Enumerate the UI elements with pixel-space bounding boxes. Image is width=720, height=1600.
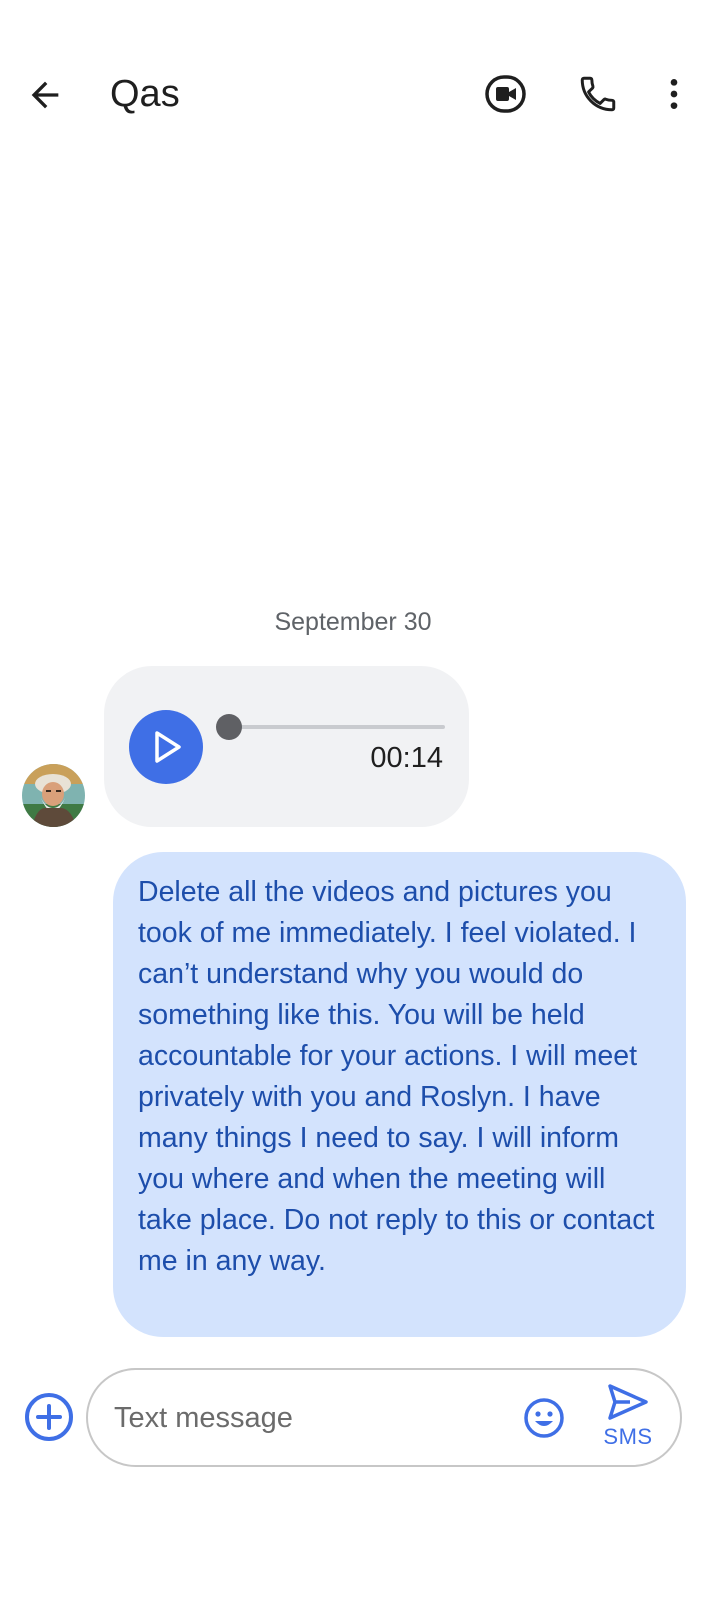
message-input-container: SMS [86,1368,682,1467]
incoming-audio-message[interactable]: 00:14 [104,666,469,827]
emoji-button[interactable] [520,1394,568,1442]
video-call-icon [485,75,526,113]
outgoing-message-bubble[interactable]: Delete all the videos and pictures you t… [113,852,686,1337]
contact-name[interactable]: Qas [110,70,180,118]
back-button[interactable] [20,70,70,120]
play-icon [155,731,181,763]
video-call-button[interactable] [478,66,534,122]
send-mode-label: SMS [603,1424,653,1449]
phone-call-button[interactable] [570,66,626,122]
audio-duration: 00:14 [370,742,443,774]
more-vert-icon [670,79,678,109]
audio-seek-handle[interactable] [216,714,242,740]
send-icon [608,1384,648,1420]
arrow-back-icon [31,81,59,109]
contact-avatar[interactable] [22,764,85,827]
play-audio-button[interactable] [129,710,203,784]
avatar-portrait-image [22,764,85,827]
message-input[interactable] [112,1396,492,1440]
audio-seek-bar[interactable] [216,714,445,740]
emoji-icon [524,1398,564,1438]
more-options-button[interactable] [646,66,702,122]
outgoing-message-text: Delete all the videos and pictures you t… [138,876,655,1277]
date-divider: September 30 [274,608,432,636]
message-composer: SMS [0,1360,720,1480]
send-sms-button[interactable]: SMS [588,1382,668,1460]
add-circle-icon [25,1393,73,1441]
attach-button[interactable] [22,1390,76,1444]
app-bar: Qas [0,0,720,190]
phone-icon [580,76,616,112]
